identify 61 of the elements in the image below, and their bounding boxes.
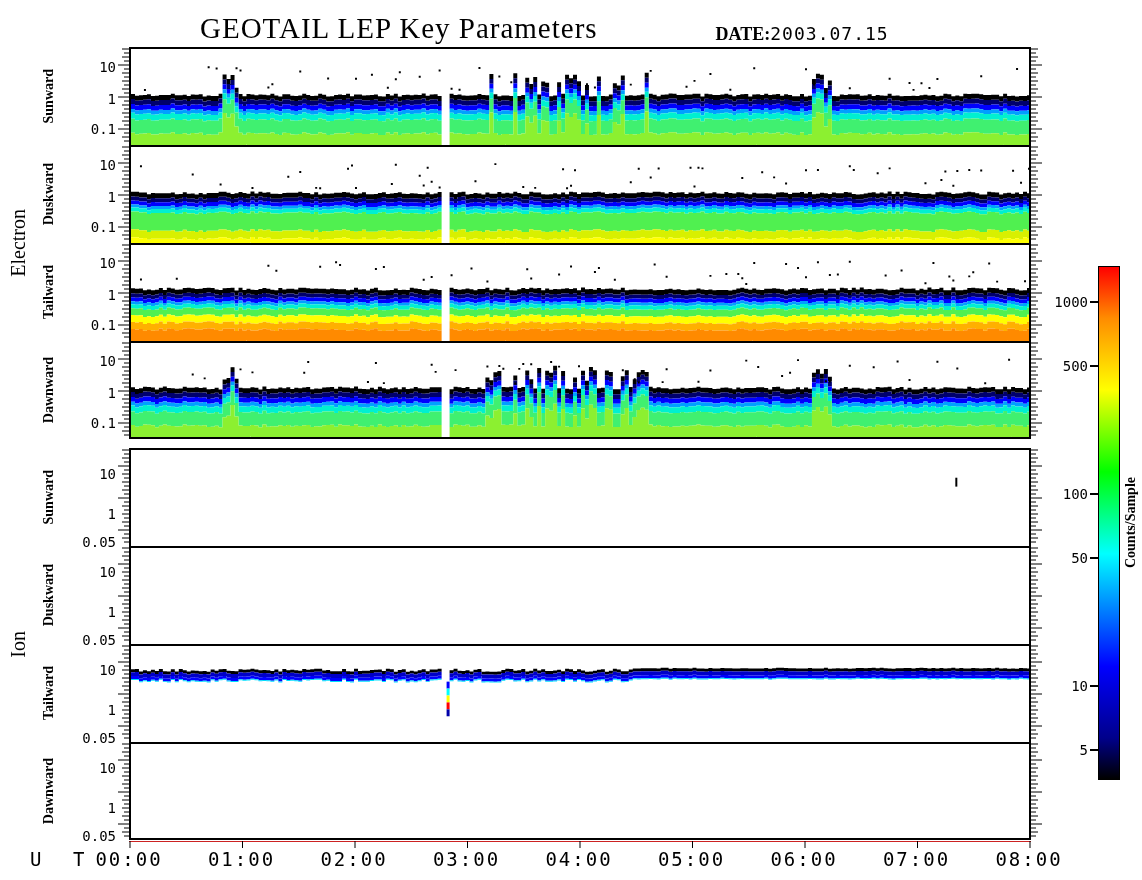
axis-label: 0.1 [90, 122, 116, 137]
data-mark [955, 477, 958, 487]
tick-mark [1090, 301, 1098, 303]
axis-label: 10 [99, 467, 116, 482]
axis-label: 1 [107, 506, 116, 521]
time-axis-label: U T [30, 850, 95, 869]
axis-label: 1 [107, 189, 116, 204]
direction-label: Tailward [42, 265, 56, 319]
direction-label: Sunward [42, 469, 56, 525]
colorbar-label: 50 [1071, 551, 1088, 565]
time-label: 08:00 [995, 850, 1063, 869]
group-label: Electron [8, 209, 28, 277]
tick-mark [1090, 749, 1098, 751]
axis-label: 0.05 [82, 535, 116, 550]
direction-label: Dawnward [42, 757, 56, 825]
time-label: 06:00 [770, 850, 838, 869]
axis-label: 0.1 [90, 220, 116, 235]
colorbar-label: 5 [1079, 743, 1088, 757]
tick-mark [1090, 493, 1098, 495]
time-label: 05:00 [657, 850, 726, 869]
tick-mark [1090, 365, 1098, 367]
direction-label: Dawnward [42, 356, 56, 424]
chart-title: GEOTAIL LEP Key Parameters [200, 14, 598, 43]
direction-label: Duskward [42, 162, 56, 226]
axis-label: 0.05 [82, 829, 116, 844]
axis-label: 1 [107, 800, 116, 815]
tick-mark [1090, 685, 1098, 687]
colorbar-label: 100 [1062, 487, 1088, 501]
axis-label: 0.05 [82, 731, 116, 746]
time-label: 07:00 [882, 850, 951, 869]
group-label: Ion [8, 630, 28, 658]
time-label: 02:00 [320, 850, 388, 869]
colorbar-label: 10 [1071, 679, 1088, 693]
time-label: 01:00 [207, 850, 276, 869]
axis-label: 10 [99, 761, 116, 776]
axis-label: 1 [107, 91, 116, 106]
colorbar-label: 500 [1062, 359, 1088, 373]
date-value: 2003.07.15 [770, 25, 889, 43]
axis-label: 10 [99, 353, 116, 368]
colorbar-title: Counts/Sample [1124, 477, 1138, 569]
direction-label: Sunward [42, 68, 56, 124]
axis-label: 0.1 [90, 318, 116, 333]
axis-label: 10 [99, 255, 116, 270]
colorbar-label: 1000 [1054, 295, 1088, 309]
axis-label: 1 [107, 287, 116, 302]
axis-label: 1 [107, 604, 116, 619]
axis-label: 1 [107, 385, 116, 400]
axis-label: 10 [99, 59, 116, 74]
time-label: 04:00 [545, 850, 613, 869]
axis-label: 10 [99, 663, 116, 678]
time-label: 03:00 [432, 850, 501, 869]
axis-label: 10 [99, 157, 116, 172]
axis-label: 1 [107, 702, 116, 717]
axis-label: 0.1 [90, 416, 116, 431]
direction-label: Duskward [42, 563, 56, 627]
tick-mark [1090, 557, 1098, 559]
direction-label: Tailward [42, 666, 56, 720]
time-label: 00:00 [95, 850, 163, 869]
axis-label: 0.05 [82, 633, 116, 648]
axis-label: 10 [99, 565, 116, 580]
date-label: DATE: [715, 25, 771, 43]
